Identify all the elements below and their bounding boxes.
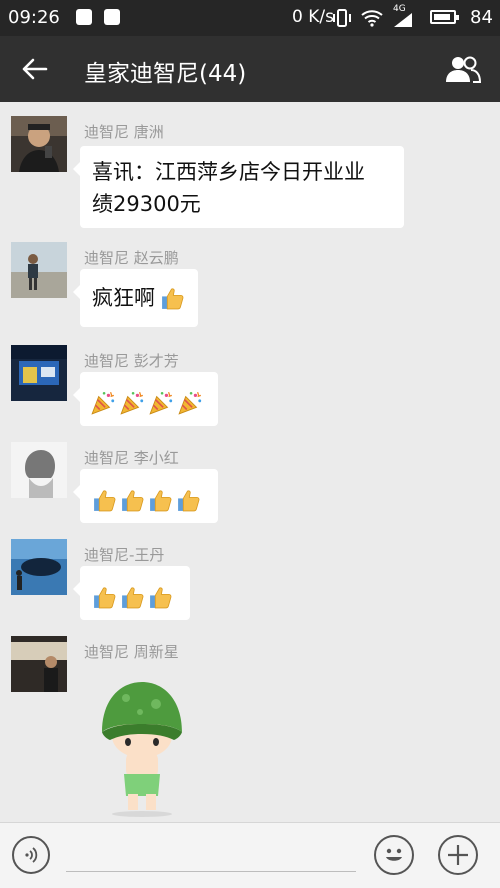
party-popper-emoji-icon [177,390,203,416]
green-helmet-cartoon-sticker[interactable] [96,678,190,818]
message-bubble[interactable] [73,566,190,620]
emoji-row [92,483,204,509]
message-bubble[interactable] [73,469,218,523]
emoji-row [90,386,206,412]
thumbs-up-emoji-icon [120,585,145,610]
party-popper-emoji-icon [119,390,145,416]
party-popper-emoji-icon [90,390,116,416]
battery-level: 84 [470,7,493,28]
party-popper-emoji-icon [148,390,174,416]
message-bubble[interactable] [73,372,218,426]
sender-name: 迪智尼 赵云鹏 [84,249,179,267]
avatar[interactable] [11,636,67,692]
message-text: 疯狂啊 [92,286,155,310]
message-bubble[interactable]: 喜讯：江西萍乡店今日开业业 绩29300元 [73,146,404,228]
sender-name: 迪智尼 彭才芳 [84,352,179,370]
signal-icon [394,13,412,27]
avatar[interactable] [11,116,67,172]
thumbs-up-emoji-icon [160,286,185,311]
thumbs-up-emoji-icon [148,488,173,513]
voice-icon[interactable] [12,836,50,874]
notification-app-icon [76,9,92,25]
thumbs-up-emoji-icon [92,488,117,513]
chat-header: 皇家迪智尼(44) [0,36,500,102]
group-members-icon[interactable] [444,54,482,84]
wifi-icon [361,10,383,27]
back-arrow-icon[interactable] [20,54,50,84]
thumbs-up-emoji-icon [120,488,145,513]
avatar[interactable] [11,539,67,595]
sender-name: 迪智尼 李小红 [84,449,179,467]
message-text-line2: 绩29300元 [92,192,201,216]
avatar[interactable] [11,345,67,401]
vibrate-icon [333,9,351,27]
network-speed: 0 K/s [292,7,334,27]
chat-area[interactable]: 迪智尼 唐洲 喜讯：江西萍乡店今日开业业 绩29300元 迪智尼 赵云鹏 疯狂啊 [0,102,500,817]
thumbs-up-emoji-icon [92,585,117,610]
sender-name: 迪智尼 周新星 [84,643,179,661]
sender-name: 迪智尼 唐洲 [84,123,164,141]
page-title: 皇家迪智尼(44) [84,61,247,87]
sender-name: 迪智尼-王丹 [84,546,165,564]
message-text-line1: 喜讯：江西萍乡店今日开业业 [92,160,365,184]
thumbs-up-emoji-icon [176,488,201,513]
message-bubble[interactable]: 疯狂啊 [73,269,198,327]
input-bar [0,822,500,888]
thumbs-up-emoji-icon [148,585,173,610]
battery-icon [430,10,459,24]
emoji-icon[interactable] [374,835,414,875]
status-time: 09:26 [8,7,60,28]
emoji-row [92,580,176,606]
plus-icon[interactable] [438,835,478,875]
upload-notification-icon [104,9,120,25]
avatar[interactable] [11,442,67,498]
avatar[interactable] [11,242,67,298]
status-bar: 09:26 0 K/s 4G 84 [0,0,500,36]
message-input[interactable] [66,861,356,872]
